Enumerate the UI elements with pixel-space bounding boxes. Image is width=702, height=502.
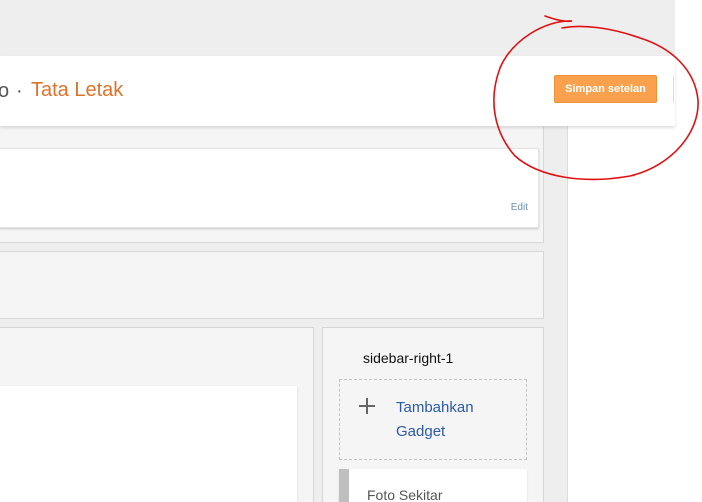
header-divider	[673, 76, 674, 103]
page-title: Tata Letak	[31, 79, 124, 101]
plus-icon	[359, 398, 375, 414]
gadget-item[interactable]: Foto Sekitar	[339, 469, 527, 502]
edit-link[interactable]: Edit	[511, 202, 528, 213]
blog-posts-gadget-card[interactable]	[0, 386, 297, 502]
save-settings-label: Simpan setelan	[565, 83, 646, 95]
breadcrumb-parent[interactable]: o	[0, 80, 9, 103]
add-gadget-button[interactable]: Tambahkan Gadget	[339, 379, 527, 460]
top-gray-band	[0, 0, 675, 56]
page-header: o · Tata Letak Simpan setelan	[0, 56, 675, 126]
crosscol-section	[0, 251, 544, 319]
save-settings-button[interactable]: Simpan setelan	[554, 75, 657, 103]
header-gadget-card[interactable]: Edit	[0, 148, 539, 228]
right-margin	[675, 0, 702, 502]
gadget-label: Foto Sekitar	[367, 487, 443, 502]
sidebar-title: sidebar-right-1	[363, 350, 454, 366]
header-section: Edit	[0, 126, 544, 243]
main-section	[0, 327, 314, 502]
add-gadget-label: Tambahkan Gadget	[396, 399, 474, 440]
drag-handle[interactable]	[339, 469, 349, 502]
sidebar-section: sidebar-right-1 Tambahkan Gadget Foto Se…	[322, 327, 544, 502]
breadcrumb-separator: ·	[16, 80, 23, 102]
